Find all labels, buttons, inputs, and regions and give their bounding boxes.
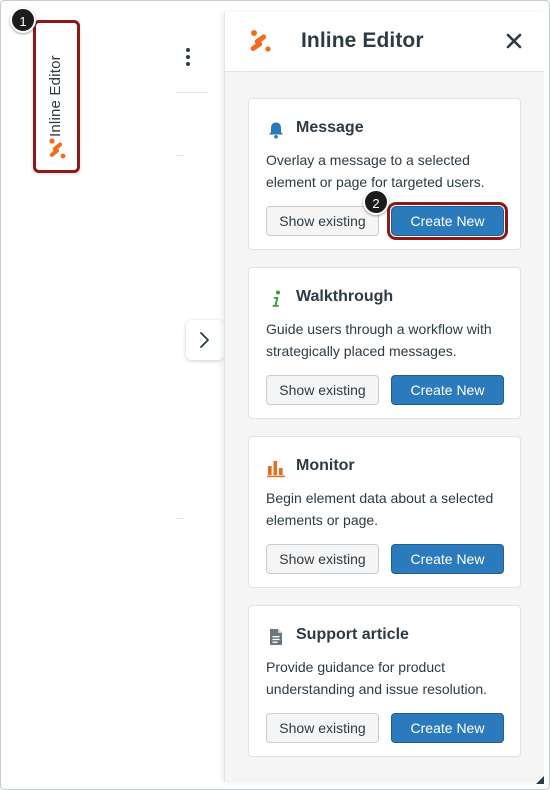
create-new-button[interactable]: Create New [391,544,504,574]
inline-editor-panel: Inline Editor Message Overlay a message … [224,12,544,782]
card-description: Begin element data about a selected elem… [266,490,494,528]
message-card: Message Overlay a message to a selected … [248,98,521,250]
chevron-right-icon [200,332,209,348]
walkthrough-card: Walkthrough Guide users through a workfl… [248,267,521,419]
card-description: Guide users through a workflow with stra… [266,321,492,359]
expand-panel-button[interactable] [186,320,224,360]
divider [176,155,184,156]
inline-editor-tab-label: Inline Editor [47,55,64,137]
card-description: Overlay a message to a selected element … [266,152,485,190]
background-page [75,12,225,782]
info-icon [272,290,280,307]
create-new-button[interactable]: Create New [391,375,504,405]
bell-icon [269,122,283,139]
divider [176,92,208,93]
card-title: Support article [296,626,409,643]
card-title: Walkthrough [296,288,394,305]
create-new-button[interactable]: Create New [387,202,508,240]
support-article-card: Support article Provide guidance for pro… [248,605,521,757]
resize-handle-icon [536,776,544,784]
card-description: Provide guidance for product understandi… [266,659,488,697]
show-existing-button[interactable]: Show existing [266,375,379,405]
more-options-icon[interactable] [183,48,193,70]
show-existing-button[interactable]: Show existing [266,544,379,574]
panel-header: Inline Editor [225,12,544,72]
callout-2: 2 [363,189,389,215]
callout-1: 1 [10,7,36,33]
create-new-button[interactable]: Create New [391,713,504,743]
bar-chart-icon [267,461,285,478]
monitor-card: Monitor Begin element data about a selec… [248,436,521,588]
document-icon [270,629,282,645]
panel-title: Inline Editor [301,29,424,52]
inline-editor-logo-icon [250,30,271,52]
inline-editor-logo-icon [49,138,66,159]
show-existing-button[interactable]: Show existing [266,206,379,236]
close-icon[interactable] [505,32,523,50]
show-existing-button[interactable]: Show existing [266,713,379,743]
divider [176,518,184,519]
card-title: Monitor [296,457,355,474]
card-title: Message [296,119,364,136]
inline-editor-tab[interactable]: Inline Editor [33,20,80,173]
